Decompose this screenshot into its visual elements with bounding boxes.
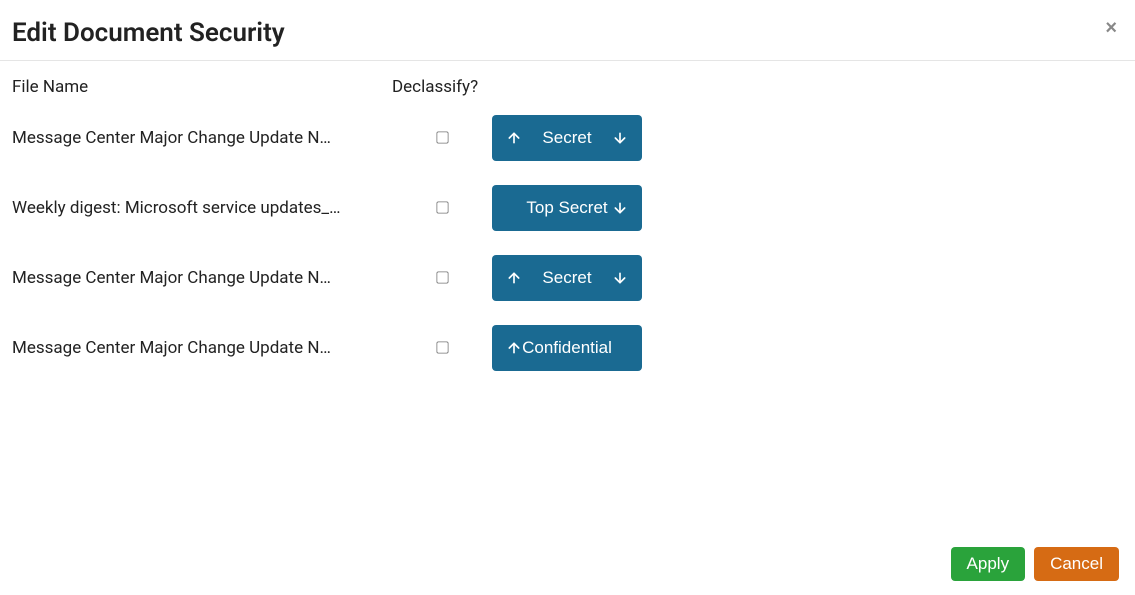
column-header-declassify: Declassify? <box>392 77 492 97</box>
classification-label: Confidential <box>522 338 612 358</box>
file-row: Message Center Major Change Update N… Sec… <box>12 115 1123 161</box>
classification-cell: Top Secret <box>492 185 642 231</box>
file-name: Weekly digest: Microsoft service updates… <box>12 198 392 218</box>
arrow-down-icon <box>612 200 628 216</box>
declassify-checkbox[interactable] <box>436 271 448 283</box>
file-row: Weekly digest: Microsoft service updates… <box>12 185 1123 231</box>
classification-cell: Confidential <box>492 325 642 371</box>
dialog-body: File Name Declassify? Message Center Maj… <box>0 61 1135 537</box>
close-button[interactable]: × <box>1101 18 1121 38</box>
cancel-button[interactable]: Cancel <box>1034 547 1119 581</box>
apply-button[interactable]: Apply <box>951 547 1026 581</box>
edit-document-security-dialog: Edit Document Security × File Name Decla… <box>0 0 1135 595</box>
close-icon: × <box>1105 17 1117 39</box>
classification-cell: Secret <box>492 255 642 301</box>
arrow-up-icon <box>506 130 522 146</box>
file-row: Message Center Major Change Update N… Con… <box>12 325 1123 371</box>
declassify-cell <box>392 339 492 358</box>
column-header-filename: File Name <box>12 77 392 97</box>
file-row: Message Center Major Change Update N… Sec… <box>12 255 1123 301</box>
arrow-down-icon <box>612 270 628 286</box>
arrow-placeholder <box>506 200 522 216</box>
table-header: File Name Declassify? <box>12 77 1123 97</box>
arrow-down-icon <box>612 130 628 146</box>
arrow-placeholder <box>612 340 628 356</box>
file-name: Message Center Major Change Update N… <box>12 268 392 288</box>
arrow-up-icon <box>506 270 522 286</box>
declassify-checkbox[interactable] <box>436 341 448 353</box>
file-name: Message Center Major Change Update N… <box>12 338 392 358</box>
classification-button[interactable]: Secret <box>492 115 642 161</box>
declassify-cell <box>392 269 492 288</box>
classification-label: Top Secret <box>522 198 612 218</box>
arrow-up-icon <box>506 340 522 356</box>
classification-label: Secret <box>522 268 612 288</box>
classification-button[interactable]: Top Secret <box>492 185 642 231</box>
dialog-footer: Apply Cancel <box>0 537 1135 595</box>
dialog-title: Edit Document Security <box>12 18 285 48</box>
declassify-cell <box>392 199 492 218</box>
file-name: Message Center Major Change Update N… <box>12 128 392 148</box>
declassify-checkbox[interactable] <box>436 131 448 143</box>
classification-button[interactable]: Confidential <box>492 325 642 371</box>
classification-button[interactable]: Secret <box>492 255 642 301</box>
declassify-checkbox[interactable] <box>436 201 448 213</box>
classification-label: Secret <box>522 128 612 148</box>
dialog-header: Edit Document Security × <box>0 0 1135 61</box>
declassify-cell <box>392 129 492 148</box>
classification-cell: Secret <box>492 115 642 161</box>
